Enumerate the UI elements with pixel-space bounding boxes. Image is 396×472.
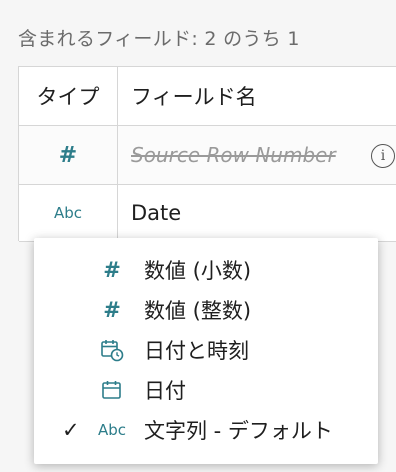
menu-item-label: 数値 (小数) xyxy=(144,259,252,283)
menu-item-date-time[interactable]: 日付と時刻 xyxy=(34,330,378,370)
column-header-type: タイプ xyxy=(19,67,118,125)
table-row[interactable]: Abc Date xyxy=(19,185,396,242)
date-icon xyxy=(98,376,126,404)
fields-table: タイプ フィールド名 # Source Row Number i Abc Dat… xyxy=(18,66,396,242)
number-icon: # xyxy=(103,298,121,322)
checkmark-icon: ✓ xyxy=(62,418,80,442)
number-icon: # xyxy=(103,258,121,282)
field-name: Date xyxy=(131,201,182,225)
field-type-editor: 含まれるフィールド: 2 のうち 1 タイプ フィールド名 # Source R… xyxy=(0,0,396,472)
field-count-summary: 含まれるフィールド: 2 のうち 1 xyxy=(18,28,300,50)
menu-item-label: 数値 (整数) xyxy=(144,299,252,323)
field-name-cell: Source Row Number xyxy=(131,126,336,184)
table-row[interactable]: # Source Row Number i xyxy=(19,126,396,185)
menu-item-label: 日付と時刻 xyxy=(144,339,249,363)
menu-item-label: 日付 xyxy=(144,379,186,403)
field-name-excluded: Source Row Number xyxy=(131,143,336,167)
menu-item-label: 文字列 - デフォルト xyxy=(144,419,333,443)
number-icon: # xyxy=(58,142,78,168)
data-type-menu: # 数値 (小数) # 数値 (整数) 日付と時刻 日付 ✓ Abc 文字列 -… xyxy=(34,238,378,464)
string-icon: Abc xyxy=(53,204,83,222)
menu-item-string-default[interactable]: ✓ Abc 文字列 - デフォルト xyxy=(34,410,378,450)
table-header-row: タイプ フィールド名 xyxy=(19,67,396,126)
menu-item-number-whole[interactable]: # 数値 (整数) xyxy=(34,290,378,330)
datetime-icon xyxy=(98,336,126,364)
menu-item-number-decimal[interactable]: # 数値 (小数) xyxy=(34,250,378,290)
info-icon[interactable]: i xyxy=(371,144,395,168)
field-type-button[interactable]: # xyxy=(19,126,118,184)
field-type-button[interactable]: Abc xyxy=(19,185,118,241)
menu-item-date[interactable]: 日付 xyxy=(34,370,378,410)
string-icon: Abc xyxy=(97,421,127,439)
column-header-field-name: フィールド名 xyxy=(131,85,257,109)
field-name-cell: Date xyxy=(131,185,181,241)
